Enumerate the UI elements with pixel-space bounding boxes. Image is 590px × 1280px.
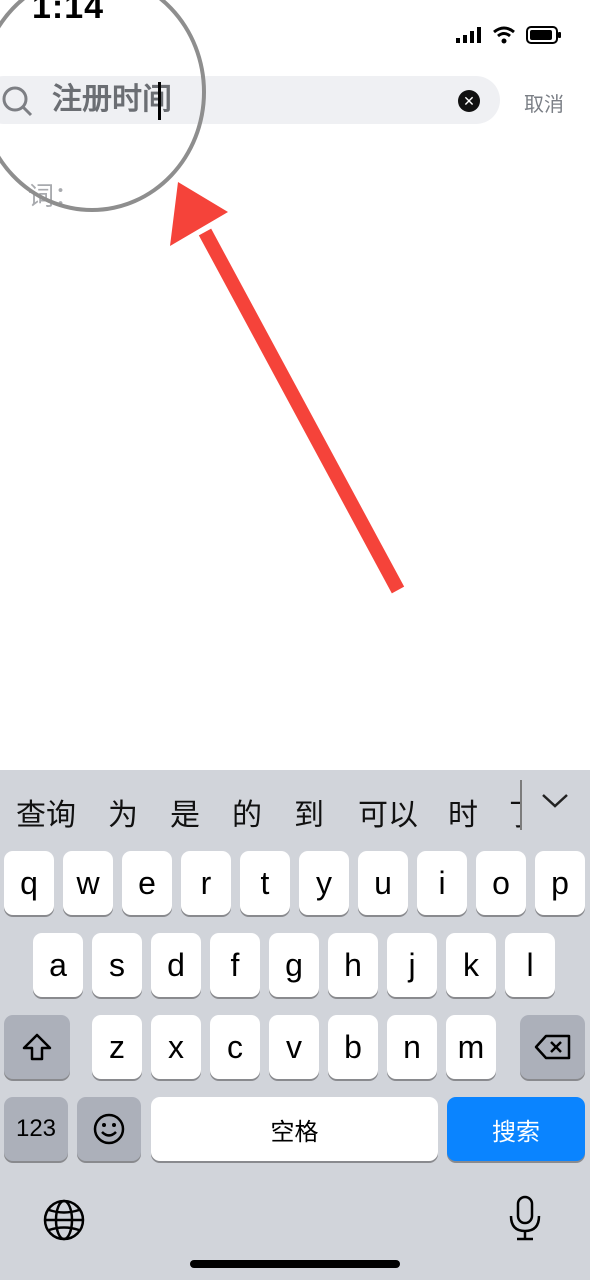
key-y[interactable]: y: [299, 851, 349, 915]
chevron-down-icon[interactable]: [541, 792, 569, 810]
key-b[interactable]: b: [328, 1015, 378, 1079]
search-key[interactable]: 搜索: [447, 1097, 585, 1161]
key-j[interactable]: j: [387, 933, 437, 997]
key-s[interactable]: s: [92, 933, 142, 997]
annotation-arrow: [170, 182, 405, 594]
backspace-icon: [534, 1034, 570, 1060]
key-l[interactable]: l: [505, 933, 555, 997]
candidate-separator: [520, 780, 522, 830]
shift-icon: [22, 1033, 52, 1061]
candidate-item[interactable]: 到: [294, 790, 324, 834]
numbers-key[interactable]: 123: [4, 1097, 68, 1161]
candidate-bar: 查询 为 是 的 到 可以 时 了: [0, 770, 590, 848]
key-m[interactable]: m: [446, 1015, 496, 1079]
key-z[interactable]: z: [92, 1015, 142, 1079]
key-f[interactable]: f: [210, 933, 260, 997]
key-w[interactable]: w: [63, 851, 113, 915]
key-p[interactable]: p: [535, 851, 585, 915]
globe-icon[interactable]: [42, 1198, 86, 1242]
key-d[interactable]: d: [151, 933, 201, 997]
microphone-icon[interactable]: [506, 1194, 544, 1244]
key-h[interactable]: h: [328, 933, 378, 997]
space-key[interactable]: 空格: [151, 1097, 438, 1161]
candidate-item[interactable]: 了: [508, 790, 520, 834]
backspace-key[interactable]: [520, 1015, 585, 1079]
candidate-item[interactable]: 为: [108, 790, 138, 834]
key-a[interactable]: a: [33, 933, 83, 997]
key-u[interactable]: u: [358, 851, 408, 915]
candidate-item[interactable]: 是: [170, 790, 200, 834]
key-v[interactable]: v: [269, 1015, 319, 1079]
key-i[interactable]: i: [417, 851, 467, 915]
key-g[interactable]: g: [269, 933, 319, 997]
shift-key[interactable]: [4, 1015, 70, 1079]
candidate-item[interactable]: 可以: [358, 790, 418, 834]
key-n[interactable]: n: [387, 1015, 437, 1079]
key-q[interactable]: q: [4, 851, 54, 915]
keyboard: 查询 为 是 的 到 可以 时 了 q w e r t y u i o p a …: [0, 770, 590, 1280]
emoji-icon: [93, 1113, 125, 1145]
key-o[interactable]: o: [476, 851, 526, 915]
key-e[interactable]: e: [122, 851, 172, 915]
candidate-item[interactable]: 查询: [16, 790, 76, 834]
key-c[interactable]: c: [210, 1015, 260, 1079]
emoji-key[interactable]: [77, 1097, 141, 1161]
key-k[interactable]: k: [446, 933, 496, 997]
candidate-item[interactable]: 时: [448, 790, 478, 834]
key-t[interactable]: t: [240, 851, 290, 915]
home-indicator[interactable]: [190, 1260, 400, 1268]
key-x[interactable]: x: [151, 1015, 201, 1079]
key-r[interactable]: r: [181, 851, 231, 915]
candidate-item[interactable]: 的: [232, 790, 262, 834]
